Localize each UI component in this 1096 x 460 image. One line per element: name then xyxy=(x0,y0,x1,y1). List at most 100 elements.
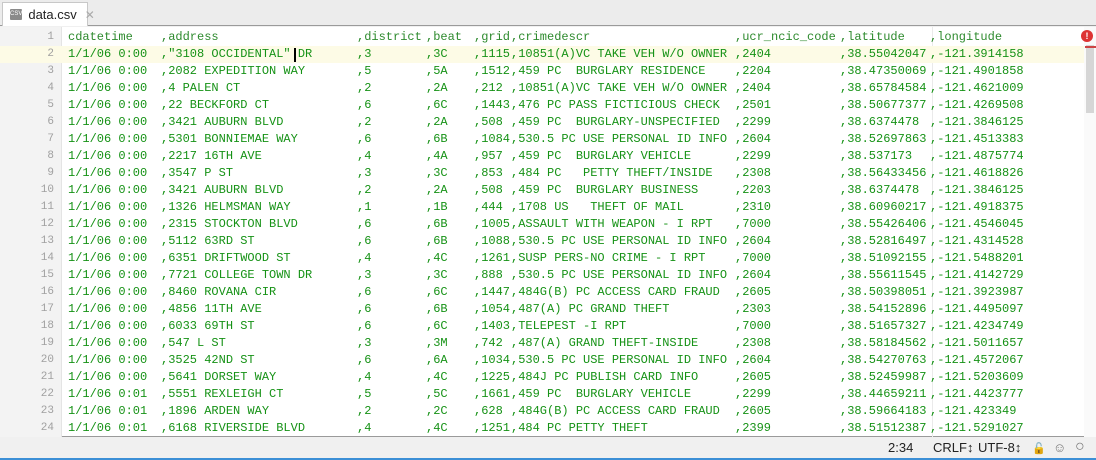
cell[interactable]: 6C xyxy=(426,284,447,301)
table-row[interactable]: 7 1/1/06 0:00 5301 BONNIEMAE WAY 6 6B 1084530… xyxy=(0,131,1084,148)
cell[interactable]: 6B xyxy=(426,301,447,318)
cell[interactable]: 10851(A)VC TAKE VEH W/O OWNER xyxy=(511,46,727,63)
line-ending-selector[interactable]: CRLF↕ xyxy=(933,440,973,455)
cell[interactable]: 484G(B) PC ACCESS CARD FRAUD xyxy=(511,284,720,301)
cell[interactable]: 742 xyxy=(474,335,503,352)
cell[interactable]: 3C xyxy=(426,267,447,284)
cell[interactable]: 2308 xyxy=(735,165,771,182)
cell[interactable]: 38.52697863 xyxy=(840,131,926,148)
cell[interactable]: 1/1/06 0:00 xyxy=(68,267,147,284)
cell[interactable]: 38.59664183 xyxy=(840,403,926,420)
cell[interactable]: -121.3923987 xyxy=(930,284,1023,301)
cell[interactable]: 1896 ARDEN WAY xyxy=(161,403,269,420)
cell[interactable]: 1261 xyxy=(474,250,510,267)
cell[interactable]: -121.3846125 xyxy=(930,182,1023,199)
cell[interactable]: 1/1/06 0:00 xyxy=(68,80,147,97)
cell[interactable]: 2605 xyxy=(735,369,771,386)
cell[interactable]: 4C xyxy=(426,250,447,267)
cell[interactable]: 7721 COLLEGE TOWN DR xyxy=(161,267,312,284)
cell[interactable]: 1512 xyxy=(474,63,510,80)
cell[interactable]: 1B xyxy=(426,199,447,216)
cell[interactable]: 1/1/06 0:00 xyxy=(68,233,147,250)
cell[interactable]: 484J PC PUBLISH CARD INFO xyxy=(511,369,698,386)
cell[interactable]: 6351 DRIFTWOOD ST xyxy=(161,250,290,267)
cell[interactable]: 38.47350069 xyxy=(840,63,926,80)
cell[interactable]: 1/1/06 0:00 xyxy=(68,284,147,301)
cell[interactable]: 2A xyxy=(426,80,447,97)
column-header[interactable]: ucr_ncic_code xyxy=(735,29,836,46)
cell[interactable]: 3421 AUBURN BLVD xyxy=(161,182,283,199)
cell[interactable]: 4C xyxy=(426,369,447,386)
cell[interactable]: 6 xyxy=(357,352,371,369)
cell[interactable]: -121.423349 xyxy=(930,403,1016,420)
cell[interactable]: -121.5011657 xyxy=(930,335,1023,352)
cell[interactable]: 5 xyxy=(357,63,371,80)
cell[interactable]: 7000 xyxy=(735,318,771,335)
cell[interactable]: -121.4618826 xyxy=(930,165,1023,182)
cell[interactable]: 6B xyxy=(426,233,447,250)
table-row[interactable]: 18 1/1/06 0:00 6033 69TH ST 6 6C 1403TELEPEST… xyxy=(0,318,1084,335)
cell[interactable]: 7000 xyxy=(735,250,771,267)
cell[interactable]: 2203 xyxy=(735,182,771,199)
cell[interactable]: 2404 xyxy=(735,80,771,97)
cell[interactable]: 2299 xyxy=(735,386,771,403)
table-row[interactable]: 23 1/1/06 0:01 1896 ARDEN WAY 2 2C 628 484G(B)… xyxy=(0,403,1084,420)
cell[interactable]: -121.3846125 xyxy=(930,114,1023,131)
column-header[interactable]: cdatetime xyxy=(68,29,133,46)
cell[interactable]: SUSP PERS-NO CRIME - I RPT xyxy=(511,250,705,267)
cell[interactable]: 2 xyxy=(357,80,371,97)
cell[interactable]: 6B xyxy=(426,131,447,148)
cell[interactable]: 3 xyxy=(357,165,371,182)
cell[interactable]: 2605 xyxy=(735,284,771,301)
notifications-icon[interactable]: ○ xyxy=(1075,438,1085,456)
cell[interactable]: 3 xyxy=(357,46,371,63)
cell[interactable]: -121.5488201 xyxy=(930,250,1023,267)
cell[interactable]: 853 xyxy=(474,165,503,182)
cell[interactable]: 6C xyxy=(426,97,447,114)
cell[interactable]: 444 xyxy=(474,199,503,216)
cell[interactable]: 38.54152896 xyxy=(840,301,926,318)
encoding-selector[interactable]: UTF-8↕ xyxy=(978,440,1021,455)
cell[interactable]: 530.5 PC USE PERSONAL ID INFO xyxy=(511,233,727,250)
cell[interactable]: 1/1/06 0:00 xyxy=(68,114,147,131)
cell[interactable]: 2217 16TH AVE xyxy=(161,148,262,165)
column-header[interactable]: longitude xyxy=(930,29,1002,46)
cell[interactable]: 38.537173 xyxy=(840,148,912,165)
cell[interactable]: 1/1/06 0:00 xyxy=(68,369,147,386)
cell[interactable]: 5A xyxy=(426,63,447,80)
cell[interactable]: 2 xyxy=(357,403,371,420)
cell[interactable]: 1 xyxy=(357,199,371,216)
cell[interactable]: 1/1/06 0:01 xyxy=(68,386,147,403)
cell[interactable]: 6A xyxy=(426,352,447,369)
cell[interactable]: 4 xyxy=(357,369,371,386)
cell[interactable]: "3108 OCCIDENTAL" DR xyxy=(161,46,312,63)
table-row[interactable]: 8 1/1/06 0:00 2217 16TH AVE 4 4A 957 459 PC BU… xyxy=(0,148,1084,165)
cell[interactable]: -121.4314528 xyxy=(930,233,1023,250)
cell[interactable]: 1326 HELMSMAN WAY xyxy=(161,199,290,216)
table-row[interactable]: 17 1/1/06 0:00 4856 11TH AVE 6 6B 1054487(A) … xyxy=(0,301,1084,318)
cell[interactable]: 4 xyxy=(357,420,371,437)
cell[interactable]: 484 PC PETTY THEFT xyxy=(511,420,648,437)
cell[interactable]: 10851(A)VC TAKE VEH W/O OWNER xyxy=(511,80,727,97)
table-row[interactable]: 3 1/1/06 0:00 2082 EXPEDITION WAY 5 5A 151245… xyxy=(0,63,1084,80)
cell[interactable]: -121.4513383 xyxy=(930,131,1023,148)
table-row[interactable]: 6 1/1/06 0:00 3421 AUBURN BLVD 2 2A 508 459 PC… xyxy=(0,114,1084,131)
table-row[interactable]: 15 1/1/06 0:00 7721 COLLEGE TOWN DR 3 3C 888 5… xyxy=(0,267,1084,284)
cell[interactable]: -121.4572067 xyxy=(930,352,1023,369)
cell[interactable]: 5641 DORSET WAY xyxy=(161,369,276,386)
cell[interactable]: -121.4621009 xyxy=(930,80,1023,97)
cell[interactable]: 3M xyxy=(426,335,447,352)
cell[interactable]: 6033 69TH ST xyxy=(161,318,254,335)
cell[interactable]: -121.4142729 xyxy=(930,267,1023,284)
cell[interactable]: 476 PC PASS FICTICIOUS CHECK xyxy=(511,97,720,114)
cell[interactable]: 6 xyxy=(357,233,371,250)
cell[interactable]: 1708 US THEFT OF MAIL xyxy=(511,199,684,216)
cell[interactable]: 2604 xyxy=(735,352,771,369)
table-row[interactable]: 11 1/1/06 0:00 1326 HELMSMAN WAY 1 1B 444 1708… xyxy=(0,199,1084,216)
tab-data-csv[interactable]: CSV data.csv ✕ xyxy=(2,2,95,26)
cell[interactable]: 3 xyxy=(357,335,371,352)
cell[interactable]: 4 PALEN CT xyxy=(161,80,240,97)
cell[interactable]: 6C xyxy=(426,318,447,335)
cell[interactable]: 3547 P ST xyxy=(161,165,233,182)
cell[interactable]: -121.4234749 xyxy=(930,318,1023,335)
